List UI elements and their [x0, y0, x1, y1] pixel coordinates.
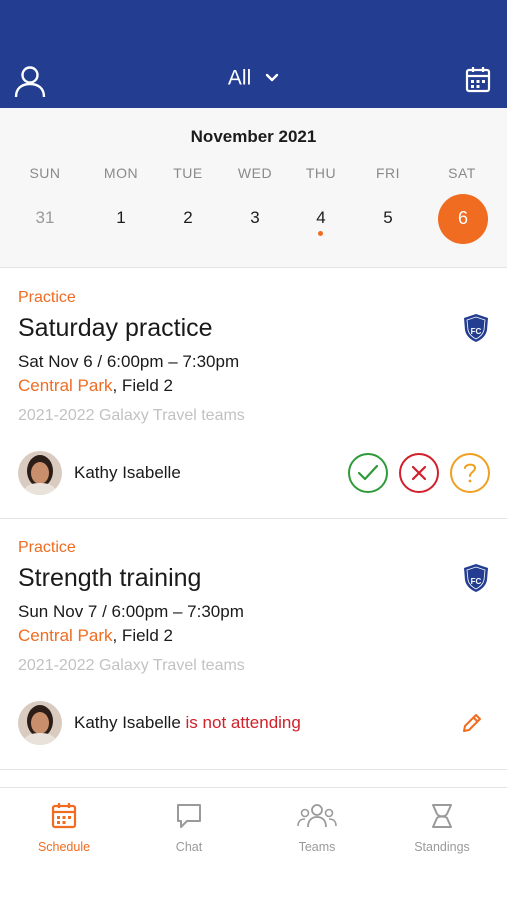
- weekday-label: FRI: [375, 165, 401, 181]
- event-type: Practice: [18, 539, 76, 556]
- chevron-down-icon: [265, 74, 279, 82]
- weekday-label: SAT: [448, 165, 476, 181]
- weekday-label: SUN: [29, 165, 61, 181]
- calendar-day[interactable]: 3: [230, 206, 280, 256]
- tab-standings[interactable]: Standings: [387, 802, 497, 854]
- calendar-day[interactable]: 1: [96, 206, 146, 256]
- svg-text:FC: FC: [471, 577, 482, 586]
- event-location: Central Park, Field 2: [18, 376, 173, 396]
- team-crest-icon: FC: [464, 564, 488, 592]
- attendance-status: is not attending: [185, 713, 301, 732]
- question-mark-icon: [464, 463, 477, 483]
- team-filter-dropdown[interactable]: All: [0, 66, 507, 90]
- calendar-day[interactable]: 5: [363, 206, 413, 256]
- tab-teams[interactable]: Teams: [262, 802, 372, 854]
- svg-text:FC: FC: [471, 327, 482, 336]
- player-name: Kathy Isabelle: [74, 713, 181, 732]
- weekday-label: WED: [237, 165, 273, 181]
- weekday-label: TUE: [173, 165, 203, 181]
- weekday-label: THU: [305, 165, 337, 181]
- calendar-day[interactable]: 31: [20, 206, 70, 256]
- tab-label: Chat: [175, 840, 203, 854]
- edit-pencil-icon[interactable]: [461, 712, 483, 734]
- location-link[interactable]: Central Park: [18, 626, 112, 645]
- calendar-icon[interactable]: [465, 66, 491, 94]
- trophy-icon: [432, 804, 452, 828]
- event-card[interactable]: Practice Saturday practice Sat Nov 6 / 6…: [0, 269, 507, 519]
- event-title: Saturday practice: [18, 314, 213, 342]
- check-icon: [357, 464, 379, 481]
- week-calendar: November 2021 SUN MON TUE WED THU FRI SA…: [0, 108, 507, 268]
- bottom-tab-bar: Schedule Chat Teams Standings: [0, 787, 507, 900]
- rsvp-maybe-button[interactable]: [450, 453, 490, 493]
- event-team: 2021-2022 Galaxy Travel teams: [18, 657, 245, 674]
- event-location: Central Park, Field 2: [18, 626, 173, 646]
- chat-bubble-icon: [177, 804, 201, 828]
- event-time: Sat Nov 6 / 6:00pm – 7:30pm: [18, 352, 240, 371]
- event-team: 2021-2022 Galaxy Travel teams: [18, 407, 245, 424]
- attendance-line: Kathy Isabelle is not attending: [74, 713, 301, 733]
- people-icon: [297, 804, 337, 828]
- filter-label: All: [227, 66, 252, 90]
- rsvp-no-button[interactable]: [399, 453, 439, 493]
- month-title: November 2021: [190, 127, 317, 146]
- tab-label: Teams: [298, 840, 336, 854]
- event-title: Strength training: [18, 564, 202, 592]
- avatar: [18, 701, 62, 745]
- location-link[interactable]: Central Park: [18, 376, 112, 395]
- field-label: , Field 2: [112, 376, 173, 395]
- top-app-bar: All: [0, 0, 507, 108]
- player-name: Kathy Isabelle: [74, 463, 181, 482]
- field-label: , Field 2: [112, 626, 173, 645]
- team-crest-icon: FC: [464, 314, 488, 342]
- calendar-icon: [51, 803, 77, 829]
- calendar-day-selected[interactable]: 6: [438, 194, 488, 244]
- weekday-label: MON: [103, 165, 139, 181]
- close-icon: [411, 465, 427, 481]
- tab-label: Standings: [414, 840, 470, 854]
- event-indicator-dot: [317, 231, 323, 236]
- avatar: [18, 451, 62, 495]
- calendar-day[interactable]: 2: [163, 206, 213, 256]
- tab-chat[interactable]: Chat: [134, 802, 244, 854]
- event-type: Practice: [18, 289, 76, 306]
- tab-label: Schedule: [37, 840, 91, 854]
- rsvp-yes-button[interactable]: [348, 453, 388, 493]
- tab-schedule[interactable]: Schedule: [9, 802, 119, 854]
- event-card[interactable]: Practice Strength training Sun Nov 7 / 6…: [0, 519, 507, 770]
- event-time: Sun Nov 7 / 6:00pm – 7:30pm: [18, 602, 244, 621]
